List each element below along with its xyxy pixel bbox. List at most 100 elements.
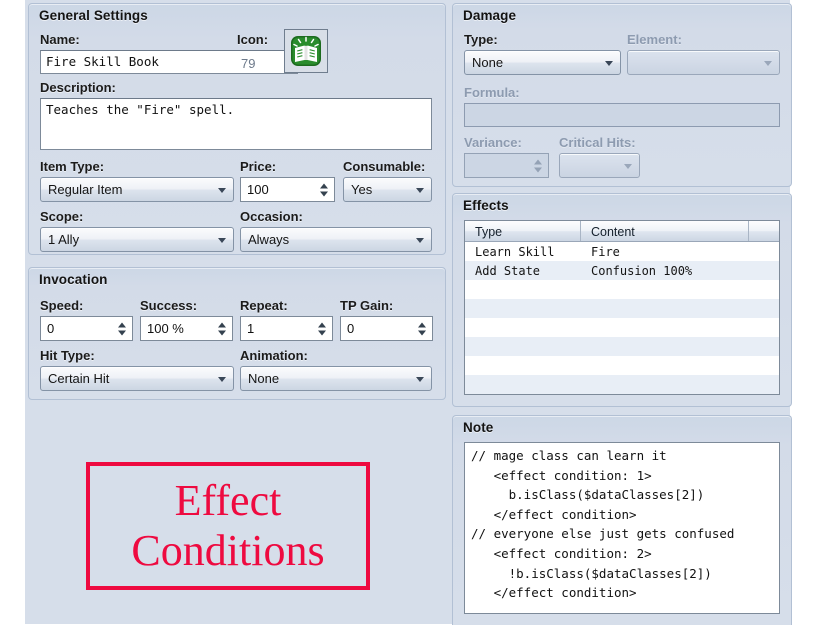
table-row[interactable]: Add State Confusion 100%: [465, 261, 779, 280]
effect-conditions-annotation: Effect Conditions: [86, 462, 370, 590]
column-header-content[interactable]: Content: [581, 221, 749, 241]
hit-type-label: Hit Type:: [40, 348, 95, 363]
chevron-down-icon: [416, 187, 424, 193]
damage-panel: Damage Type: None Element: Formula: Vari…: [452, 3, 792, 187]
cell-content: [581, 356, 749, 375]
icon-label: Icon:: [237, 32, 269, 47]
stepper-arrows-icon[interactable]: [218, 322, 226, 335]
cell-type: [465, 375, 581, 394]
tp-gain-stepper[interactable]: 0: [340, 316, 433, 341]
cell-type: [465, 356, 581, 375]
damage-type-select[interactable]: None: [464, 50, 621, 75]
repeat-value: 1: [247, 321, 255, 336]
invocation-title: Invocation: [39, 272, 108, 287]
repeat-stepper[interactable]: 1: [240, 316, 333, 341]
formula-label: Formula:: [464, 85, 520, 100]
annotation-line-1: Effect: [174, 476, 282, 525]
cell-type: Add State: [475, 263, 541, 278]
cell-content: Fire: [591, 244, 620, 259]
item-type-value: Regular Item: [48, 182, 123, 197]
damage-type-label: Type:: [464, 32, 498, 47]
cell-type: Learn Skill: [475, 244, 555, 259]
name-label: Name:: [40, 32, 80, 47]
occasion-label: Occasion:: [240, 209, 303, 224]
variance-label: Variance:: [464, 135, 522, 150]
cell-type: [465, 318, 581, 337]
effects-table-body: Learn Skill Fire Add State Confusion 100%: [465, 242, 779, 395]
table-row[interactable]: [465, 394, 779, 395]
hit-type-select[interactable]: Certain Hit: [40, 366, 234, 391]
stepper-arrows-icon[interactable]: [118, 322, 126, 335]
critical-hits-label: Critical Hits:: [559, 135, 636, 150]
book-icon[interactable]: [284, 29, 328, 73]
chevron-down-icon: [624, 163, 632, 169]
cell-type: [465, 299, 581, 318]
stepper-arrows-icon[interactable]: [318, 322, 326, 335]
note-panel: Note // mage class can learn it <effect …: [452, 415, 792, 625]
variance-stepper: [464, 153, 549, 178]
price-label: Price:: [240, 159, 277, 174]
animation-label: Animation:: [240, 348, 308, 363]
invocation-panel: Invocation Speed: 0 Success: 100 % Repea…: [28, 267, 446, 400]
chevron-down-icon: [605, 60, 613, 66]
table-row[interactable]: [465, 280, 779, 299]
annotation-line-2: Conditions: [131, 526, 325, 575]
cell-extra: [749, 318, 779, 337]
table-row[interactable]: [465, 337, 779, 356]
chevron-down-icon: [218, 187, 226, 193]
animation-select[interactable]: None: [240, 366, 432, 391]
general-settings-title: General Settings: [39, 8, 148, 23]
cell-extra: [749, 299, 779, 318]
cell-type: [465, 394, 581, 395]
cell-extra: [749, 337, 779, 356]
speed-stepper[interactable]: 0: [40, 316, 133, 341]
table-row[interactable]: [465, 299, 779, 318]
general-settings-panel: General Settings Name: Fire Skill Book I…: [28, 3, 446, 255]
right-gutter: [790, 0, 816, 624]
stepper-arrows-icon: [534, 159, 542, 172]
consumable-label: Consumable:: [343, 159, 426, 174]
stepper-arrows-icon[interactable]: [320, 183, 328, 196]
cell-extra: [749, 356, 779, 375]
item-type-label: Item Type:: [40, 159, 105, 174]
element-label: Element:: [627, 32, 682, 47]
cell-extra: [749, 375, 779, 394]
damage-title: Damage: [463, 8, 517, 23]
table-row[interactable]: [465, 356, 779, 375]
stepper-arrows-icon[interactable]: [418, 322, 426, 335]
repeat-label: Repeat:: [240, 298, 288, 313]
description-input[interactable]: Teaches the "Fire" spell.: [40, 98, 432, 150]
cell-extra: [749, 394, 779, 395]
occasion-select[interactable]: Always: [240, 227, 432, 252]
table-row[interactable]: Learn Skill Fire: [465, 242, 779, 261]
price-stepper[interactable]: 100: [240, 177, 335, 202]
column-header-extra[interactable]: [749, 221, 779, 241]
name-input[interactable]: Fire Skill Book: [40, 50, 298, 74]
cell-content: Confusion 100%: [591, 263, 693, 278]
cell-content: [581, 318, 749, 337]
cell-content: [581, 394, 749, 395]
speed-label: Speed:: [40, 298, 84, 313]
scope-value: 1 Ally: [48, 232, 80, 247]
formula-input: [464, 103, 780, 127]
cell-content: [581, 299, 749, 318]
scope-select[interactable]: 1 Ally: [40, 227, 234, 252]
item-editor-window: General Settings Name: Fire Skill Book I…: [0, 0, 816, 625]
success-stepper[interactable]: 100 %: [140, 316, 233, 341]
note-textarea[interactable]: // mage class can learn it <effect condi…: [464, 442, 780, 614]
element-select: [627, 50, 780, 75]
cell-extra: [749, 261, 779, 280]
success-label: Success:: [140, 298, 198, 313]
item-type-select[interactable]: Regular Item: [40, 177, 234, 202]
table-row[interactable]: [465, 318, 779, 337]
critical-hits-select: [559, 153, 640, 178]
table-row[interactable]: [465, 375, 779, 394]
consumable-select[interactable]: Yes: [343, 177, 432, 202]
column-header-type[interactable]: Type: [465, 221, 581, 241]
occasion-value: Always: [248, 232, 290, 247]
hit-type-value: Certain Hit: [48, 371, 110, 386]
chevron-down-icon: [416, 237, 424, 243]
effects-table[interactable]: Type Content Learn Skill Fire Add State Con…: [464, 220, 780, 395]
success-value: 100 %: [147, 321, 184, 336]
chevron-down-icon: [764, 60, 772, 66]
